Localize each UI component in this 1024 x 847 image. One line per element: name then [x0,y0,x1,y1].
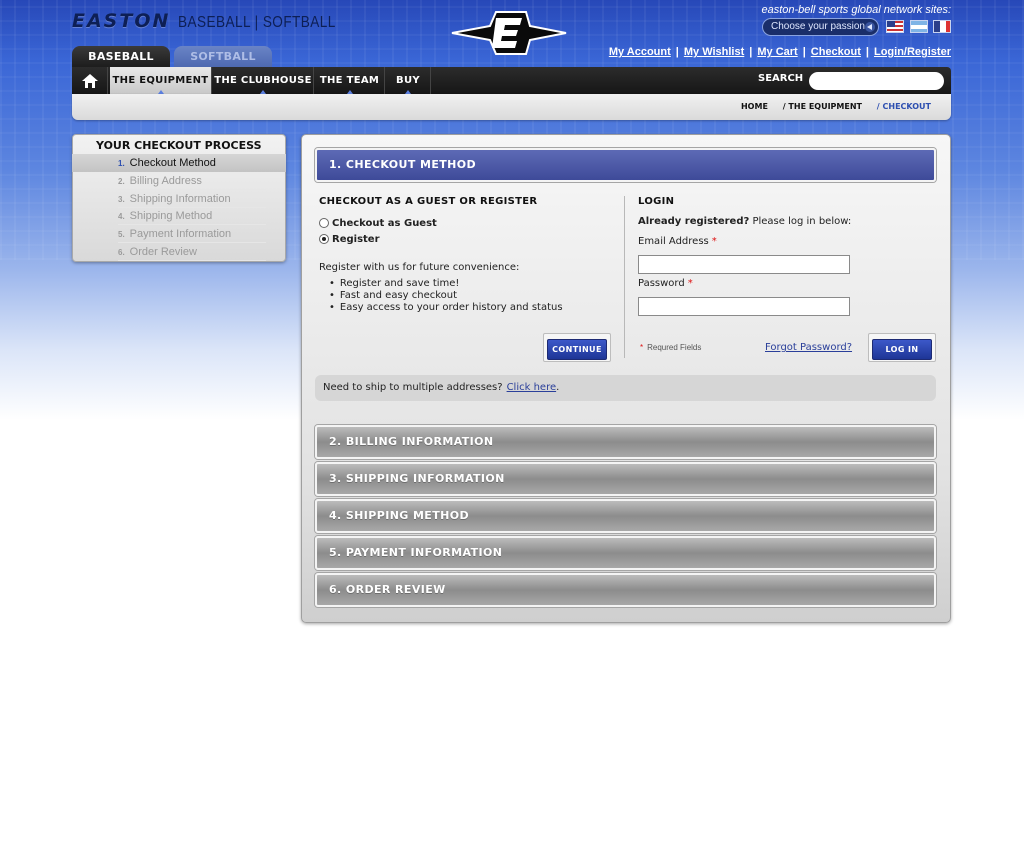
progress-step-label: Payment Information [129,228,232,240]
guest-register-heading: CHECKOUT AS A GUEST OR REGISTER [319,196,538,207]
section-order-review[interactable]: 6. ORDER REVIEW [315,573,936,607]
passion-select-value: Choose your passion [771,21,865,32]
nav-buy[interactable]: BUY [386,67,431,94]
multi-address-link[interactable]: Click here [507,382,557,393]
progress-step-label: Shipping Method [129,210,213,222]
chevron-left-icon [865,22,875,32]
breadcrumb-home[interactable]: HOME [741,102,768,111]
nav-the-equipment[interactable]: THE EQUIPMENT [110,67,212,94]
link-checkout[interactable]: Checkout [811,46,861,58]
home-icon [81,73,98,88]
progress-step-label: Shipping Information [129,193,231,205]
progress-step-order-review: 6. Order Review [72,243,286,261]
progress-step-billing-address: 2. Billing Address [72,172,286,190]
account-links: My Account | My Wishlist | My Cart | Checkout |… [608,46,951,58]
multi-address-notice: Need to ship to multiple addresses? Click… [315,375,936,401]
email-field[interactable] [638,255,850,274]
list-item: Easy access to your order history and st… [329,302,563,314]
radio-button-selected[interactable] [319,234,329,244]
progress-step-number: 1. [118,159,125,168]
register-intro-text: Register with us for future convenience: [319,262,520,273]
login-intro-instruction: Please log in below: [752,216,852,227]
easton-e-emblem-icon [451,11,567,55]
progress-step-number: 6. [118,248,125,257]
nav-buy-label: BUY [396,75,420,86]
breadcrumb-current: / CHECKOUT [876,102,931,111]
continue-button-frame: CONTINUE [543,333,611,362]
login-heading: LOGIN [638,196,675,207]
breadcrumb-equipment[interactable]: / THE EQUIPMENT [783,102,862,111]
tab-baseball[interactable]: BASEBALL [72,46,170,67]
list-item: Fast and easy checkout [329,290,563,302]
login-intro-question: Already registered? [638,216,750,227]
progress-step-label: Order Review [129,246,197,258]
column-divider [624,196,625,358]
tab-softball[interactable]: SOFTBALL [174,46,272,67]
password-label: Password * [638,278,693,289]
login-intro: Already registered? Please log in below: [638,216,851,227]
login-button-frame: LOG IN [868,333,936,362]
radio-checkout-as-guest[interactable]: Checkout as Guest [319,216,437,230]
nav-the-clubhouse-label: THE CLUBHOUSE [214,75,312,86]
nav-the-clubhouse[interactable]: THE CLUBHOUSE [213,67,314,94]
nav-the-team-label: THE TEAM [319,75,380,86]
required-fields-note-text: Requred Fields [647,343,702,352]
login-button[interactable]: LOG IN [872,339,932,360]
email-label-text: Email Address [638,236,709,247]
section-billing-information[interactable]: 2. BILLING INFORMATION [315,425,936,459]
required-fields-note: * Requred Fields [640,343,701,352]
brand-subtitle: BASEBALL | SOFTBALL [178,14,337,31]
multi-address-period: . [556,382,560,393]
password-label-text: Password [638,278,685,289]
required-marker: * [640,343,644,352]
progress-step-number: 4. [118,212,125,221]
progress-step-number: 3. [118,195,125,204]
search-label: SEARCH [758,73,804,84]
required-marker: * [711,236,717,247]
list-item: Register and save time! [329,278,563,290]
password-field[interactable] [638,297,850,316]
us-flag-icon[interactable] [886,20,904,33]
progress-step-number: 5. [118,230,125,239]
required-marker: * [687,278,693,289]
link-login-register[interactable]: Login/Register [874,46,951,58]
progress-step-shipping-method: 4. Shipping Method [72,207,286,225]
search-input[interactable] [809,72,944,90]
nav-the-equipment-label: THE EQUIPMENT [112,75,209,86]
radio-button[interactable] [319,218,329,228]
brand-logo[interactable]: EASTON BASEBALL | SOFTBALL [72,10,364,32]
progress-step-checkout-method: 1. Checkout Method [72,154,286,172]
radio-checkout-as-guest-label: Checkout as Guest [332,217,437,229]
checkout-progress-title: YOUR CHECKOUT PROCESS [96,139,262,152]
continue-button[interactable]: CONTINUE [547,339,607,360]
section-shipping-method[interactable]: 4. SHIPPING METHOD [315,499,936,533]
radio-register[interactable]: Register [319,232,380,246]
progress-step-number: 2. [118,177,125,186]
section-checkout-method[interactable]: 1. CHECKOUT METHOD [315,148,936,182]
section-shipping-information[interactable]: 3. SHIPPING INFORMATION [315,462,936,496]
progress-step-shipping-information: 3. Shipping Information [72,190,286,208]
nav-the-team[interactable]: THE TEAM [315,67,385,94]
link-my-cart[interactable]: My Cart [757,46,797,58]
argentina-flag-icon[interactable] [910,20,928,33]
progress-step-label: Checkout Method [129,157,216,169]
radio-register-label: Register [332,233,380,245]
home-button[interactable] [72,67,108,94]
multi-address-text: Need to ship to multiple addresses? [323,382,503,393]
forgot-password-link[interactable]: Forgot Password? [765,342,852,353]
section-payment-information[interactable]: 5. PAYMENT INFORMATION [315,536,936,570]
link-my-wishlist[interactable]: My Wishlist [684,46,744,58]
link-my-account[interactable]: My Account [609,46,671,58]
brand-name: EASTON [72,10,171,32]
progress-step-label: Billing Address [129,175,202,187]
breadcrumb: HOME / THE EQUIPMENT / CHECKOUT [729,102,931,111]
network-sites-label: easton-bell sports global network sites: [761,4,951,16]
france-flag-icon[interactable] [933,20,951,33]
email-label: Email Address * [638,236,717,247]
register-benefits-list: Register and save time! Fast and easy ch… [329,278,563,314]
progress-step-payment-information: 5. Payment Information [72,225,286,243]
passion-select[interactable]: Choose your passion [762,18,879,36]
